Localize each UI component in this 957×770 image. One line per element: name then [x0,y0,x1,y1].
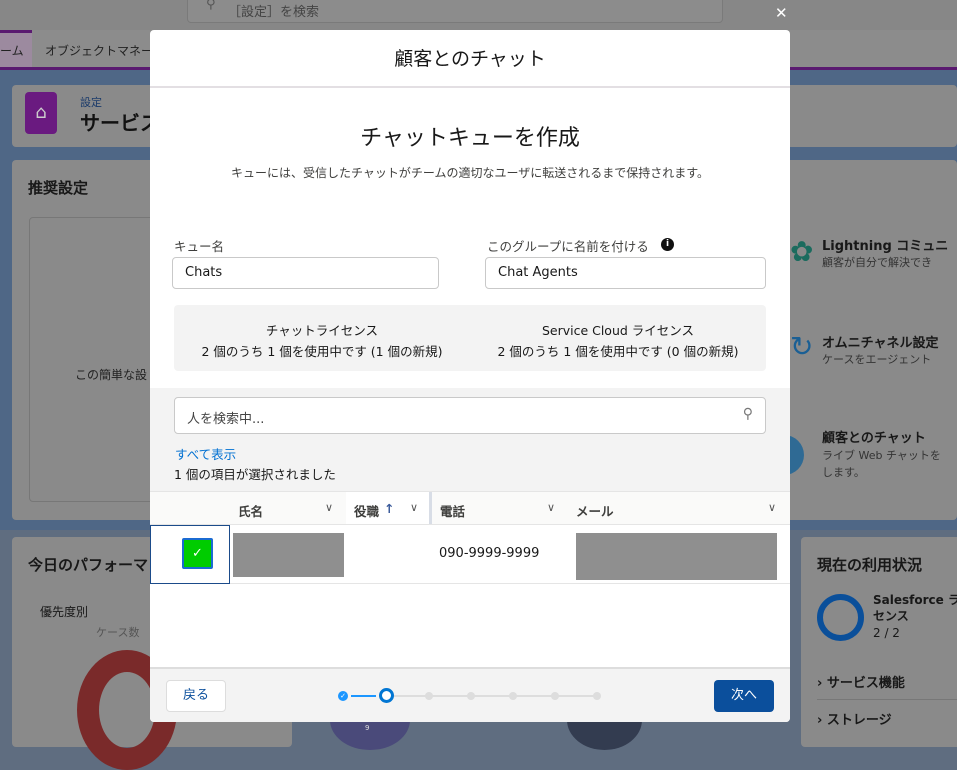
redacted-email [576,533,777,580]
license-name2: センス [873,609,909,623]
case-count-label: ケース数 [96,626,140,639]
modal-footer: 戻る ✓ 次へ [150,667,790,722]
chevron-down-icon[interactable]: ∨ [768,501,776,514]
step[interactable] [467,692,475,700]
card-desc: この簡単な設 [75,368,148,382]
modal-title: チャットキューを作成 [360,126,580,151]
license-count: 2 / 2 [873,626,900,640]
step[interactable] [509,692,517,700]
search-icon: ⚲ [206,0,216,12]
omni-channel-icon: ↻ [790,330,814,363]
group-name-input[interactable]: Chat Agents [485,257,766,289]
step[interactable] [551,692,559,700]
service-cloud-license-name: Service Cloud ライセンス [541,323,695,338]
selected-count: 1 個の項目が選択されました [174,467,336,482]
step-current[interactable] [379,688,394,703]
section-service-features[interactable]: › サービス機能 [817,672,957,700]
page-title: サービス [80,111,160,135]
chevron-down-icon[interactable]: ∨ [410,501,418,514]
people-search-input[interactable]: 人を検索中... ⚲ [174,397,766,434]
group-name-label: このグループに名前を付ける [487,239,649,254]
search-icon: ⚲ [742,406,753,422]
nav-tab-home[interactable]: ーム [0,42,24,59]
section-storage[interactable]: › ストレージ [817,709,957,728]
next-button[interactable]: 次へ [714,680,774,712]
step[interactable] [425,692,433,700]
right-item-omni[interactable]: オムニチャネル設定 ケースをエージェント [822,332,938,367]
recommended-title: 推奨設定 [28,179,89,197]
license-donut [817,594,864,641]
priority-label: 優先度別 [40,605,89,619]
performance-title: 今日のパフォーマ [28,556,149,574]
queue-name-label: キュー名 [174,239,225,254]
column-title[interactable]: 役職 [354,501,379,520]
step[interactable] [593,692,601,700]
right-item-community[interactable]: Lightning コミュニ 顧客が自分で解決でき [822,235,948,270]
search-placeholder: 人を検索中... [187,412,265,427]
home-icon: ⌂ [25,92,57,134]
chat-license-usage: 2 個のうち 1 個を使用中です (1 個の新規) [201,344,443,359]
service-cloud-license-usage: 2 個のうち 1 個を使用中です (0 個の新規) [497,344,739,359]
modal-header: 顧客とのチャット [150,30,790,88]
close-icon[interactable]: ✕ [775,4,788,22]
show-all-link[interactable]: すべて表示 [175,444,236,463]
column-email[interactable]: メール [576,501,614,520]
chevron-down-icon[interactable]: ∨ [325,501,333,514]
queue-name-input[interactable]: Chats [172,257,439,289]
chevron-down-icon[interactable]: ∨ [547,501,555,514]
info-icon[interactable]: i [661,238,674,251]
license-name: Salesforce ラ [873,593,957,607]
usage-title: 現在の利用状況 [817,556,923,574]
people-search-area: 人を検索中... ⚲ すべて表示 1 個の項目が選択されました [150,388,790,491]
row-checkbox[interactable]: ✓ [182,538,213,569]
license-summary: チャットライセンス 2 個のうち 1 個を使用中です (1 個の新規) Serv… [174,305,766,371]
redacted-name [233,533,344,577]
table-row[interactable]: ✓ 090-9999-9999 [150,525,790,584]
phone-cell: 090-9999-9999 [439,546,540,561]
modal-description: キューには、受信したチャットがチームの適切なユーザに転送されるまで保持されます。 [230,166,710,180]
nav-tab-object-manager[interactable]: オブジェクトマネー [45,42,153,59]
right-item-chat[interactable]: 顧客とのチャット ライブ Web チャットを します。 [822,430,941,481]
chart-label: 9 [365,724,370,732]
search-placeholder: ［設定］を検索 [228,5,320,20]
step-complete-icon[interactable]: ✓ [338,691,348,701]
column-name[interactable]: 氏名 [238,501,263,520]
column-phone[interactable]: 電話 [440,501,465,520]
back-button[interactable]: 戻る [166,680,226,712]
community-icon: ✿ [790,235,814,268]
modal-dialog: 顧客とのチャット チャットキューを作成 キューには、受信したチャットがチームの適… [150,30,790,722]
sort-ascending-icon[interactable]: ↑ [384,501,394,516]
table-header: 氏名 ∨ 役職 ↑ ∨ 電話 ∨ メール ∨ [150,491,790,525]
usage-card: 現在の利用状況 Salesforce ラ センス 2 / 2 › サービス機能 … [801,537,957,747]
global-search-input[interactable]: ⚲ ［設定］を検索 [187,0,723,23]
chat-license-name: チャットライセンス [265,323,379,338]
